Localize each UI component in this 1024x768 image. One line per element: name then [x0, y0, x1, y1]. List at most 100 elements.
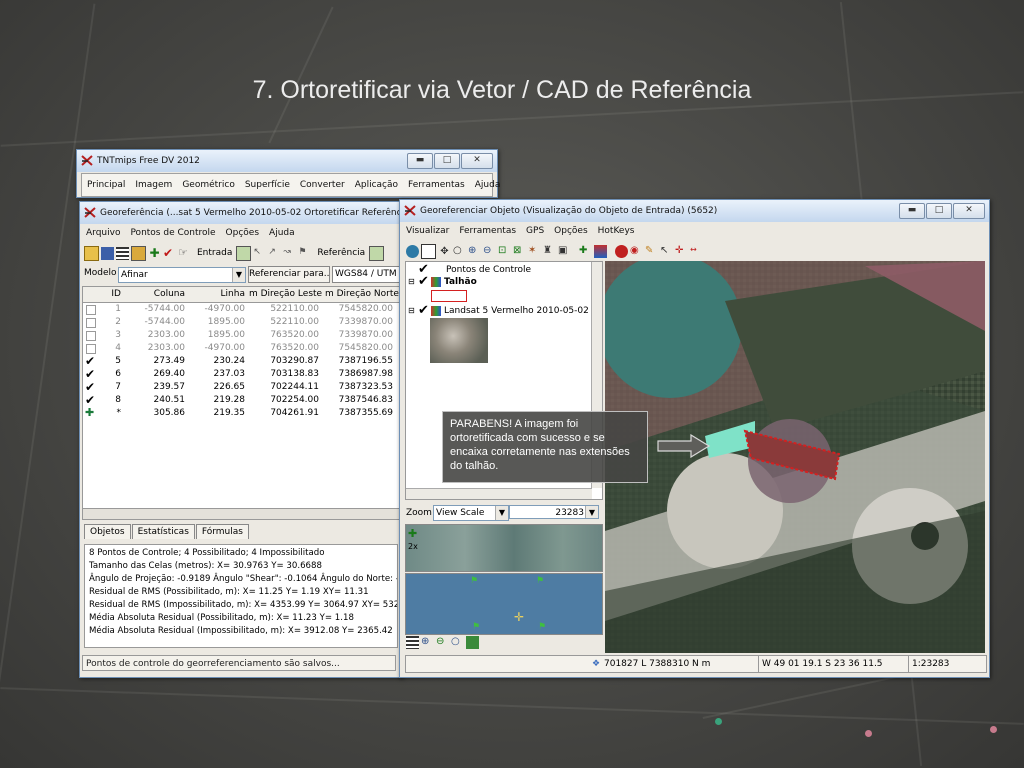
minimize-button[interactable]: ▬: [407, 153, 433, 169]
point-enabled-check-icon[interactable]: ✔: [85, 367, 95, 381]
layer-talhao[interactable]: Talhão: [444, 277, 477, 287]
point-enabled-check-icon[interactable]: ✔: [85, 393, 95, 407]
georef-titlebar[interactable]: Georeferência (...sat 5 Vermelho 2010-05…: [80, 202, 402, 224]
entrada-tag-icon[interactable]: ⚑: [298, 247, 311, 260]
zoom-mode-select[interactable]: View Scale ▼: [433, 505, 509, 521]
menu-geometrico[interactable]: Geométrico: [177, 180, 240, 190]
menu-ferramentas[interactable]: Ferramentas: [454, 226, 521, 236]
table-row[interactable]: ✔ 6 269.40 237.03 703138.83 7386987.98: [83, 367, 399, 381]
menu-visualizar[interactable]: Visualizar: [401, 226, 454, 236]
modelo-select[interactable]: Afinar ▼: [118, 267, 246, 283]
search-icon[interactable]: ○: [451, 636, 464, 649]
table-row[interactable]: 4 2303.00 -4970.00 763520.00 7545820.00: [83, 342, 399, 355]
redraw-icon[interactable]: [406, 244, 419, 258]
add-point-icon[interactable]: ✚: [148, 247, 161, 260]
menu-arquivo[interactable]: Arquivo: [81, 228, 125, 238]
camera-icon[interactable]: ▣: [558, 245, 571, 258]
list-icon[interactable]: [116, 246, 129, 260]
col-header-norte[interactable]: m Direção Norte: [325, 289, 399, 299]
close-button[interactable]: ✕: [953, 203, 985, 219]
zoom-extent-icon[interactable]: ⊠: [513, 245, 526, 258]
table-horizontal-scrollbar[interactable]: [82, 508, 400, 520]
new-point-icon[interactable]: ✚: [85, 406, 94, 419]
maximize-button[interactable]: □: [434, 153, 460, 169]
list-icon[interactable]: [406, 636, 419, 649]
tab-estatisticas[interactable]: Estatísticas: [131, 524, 195, 539]
table-row[interactable]: ✔ 8 240.51 219.28 702254.00 7387546.83: [83, 393, 399, 407]
close-button[interactable]: ✕: [461, 153, 493, 169]
talhao-check-icon[interactable]: ✔: [418, 274, 429, 289]
zoom-in-icon[interactable]: ⊕: [468, 245, 481, 258]
zoom-out-icon[interactable]: ⊖: [483, 245, 496, 258]
overview-map[interactable]: ⚑ ⚑ ⚑ ⚑ ✛: [405, 573, 603, 635]
menu-opcoes[interactable]: Opções: [221, 228, 264, 238]
menu-principal[interactable]: Principal: [82, 180, 130, 190]
search-icon[interactable]: ◉: [630, 245, 643, 258]
measure-icon[interactable]: ✎: [645, 245, 658, 258]
layer-panel-hscrollbar[interactable]: [406, 488, 592, 499]
menu-imagem[interactable]: Imagem: [130, 180, 177, 190]
menu-pontos-de-controle[interactable]: Pontos de Controle: [125, 228, 220, 238]
grid-icon[interactable]: [131, 245, 146, 261]
layer-control-points[interactable]: Pontos de Controle: [446, 265, 531, 275]
layer-landsat[interactable]: Landsat 5 Vermelho 2010-05-02 Or: [444, 306, 602, 316]
tab-formulas[interactable]: Fórmulas: [195, 524, 249, 539]
main-window-titlebar[interactable]: TNTmips Free DV 2012 ▬ □ ✕: [77, 150, 497, 172]
stop-icon[interactable]: [615, 244, 628, 258]
entrada-move-icon[interactable]: ↗: [268, 247, 281, 260]
zoom-in-icon[interactable]: ⊕: [421, 636, 434, 649]
menu-opcoes[interactable]: Opções: [549, 226, 592, 236]
menu-gps[interactable]: GPS: [521, 226, 549, 236]
point-checkbox[interactable]: [86, 331, 96, 341]
table-row[interactable]: 1 -5744.00 -4970.00 522110.00 7545820.00: [83, 303, 399, 316]
zoom-box-icon[interactable]: ⊡: [498, 245, 511, 258]
layer-tool-icon[interactable]: ✶: [528, 245, 541, 258]
table-row[interactable]: ✚ * 305.86 219.35 704261.91 7387355.69: [83, 406, 399, 420]
open-folder-icon[interactable]: [84, 245, 99, 261]
check-icon[interactable]: ✔: [163, 247, 176, 260]
locator-add-icon[interactable]: ✚: [408, 527, 417, 540]
binoculars-icon[interactable]: ○: [453, 245, 466, 258]
expand-toggle-icon[interactable]: ⊟: [408, 306, 415, 315]
point-enabled-check-icon[interactable]: ✔: [85, 354, 95, 368]
point-checkbox[interactable]: [86, 318, 96, 328]
menu-ferramentas[interactable]: Ferramentas: [403, 180, 470, 190]
table-row[interactable]: 3 2303.00 1895.00 763520.00 7339870.00: [83, 329, 399, 342]
col-header-linha[interactable]: Linha: [187, 289, 245, 299]
layer-manager-icon[interactable]: [594, 244, 607, 258]
entrada-pan-icon[interactable]: ↖: [253, 247, 266, 260]
minimize-button[interactable]: ▬: [899, 203, 925, 219]
view-titlebar[interactable]: Georeferenciar Objeto (Visualização do O…: [400, 200, 989, 222]
gps-icon[interactable]: ♜: [543, 245, 556, 258]
hand-icon[interactable]: ☞: [178, 246, 191, 260]
point-checkbox[interactable]: [86, 305, 96, 315]
entrada-link-icon[interactable]: ↝: [283, 247, 296, 260]
table-row[interactable]: 2 -5744.00 1895.00 522110.00 7339870.00: [83, 316, 399, 329]
col-header-id[interactable]: ID: [97, 289, 121, 299]
menu-converter[interactable]: Converter: [295, 180, 350, 190]
table-row[interactable]: ✔ 7 239.57 226.65 702244.11 7387323.53: [83, 380, 399, 394]
col-header-leste[interactable]: m Direção Leste: [249, 289, 323, 299]
zoom-out-icon[interactable]: ⊖: [436, 636, 449, 649]
measure-line-icon[interactable]: ↔: [690, 245, 708, 258]
point-checkbox[interactable]: [86, 344, 96, 354]
save-icon[interactable]: [101, 246, 114, 260]
landsat-check-icon[interactable]: ✔: [418, 303, 429, 318]
entrada-add-icon[interactable]: [236, 245, 252, 261]
projection-field[interactable]: WGS84 / UTM zo: [332, 266, 406, 283]
add-layer-icon[interactable]: ✚: [579, 245, 592, 258]
menu-ajuda[interactable]: Ajuda: [264, 228, 300, 238]
crosshair-icon[interactable]: ✛: [675, 245, 688, 258]
pan-icon[interactable]: ✥: [438, 245, 451, 258]
point-enabled-check-icon[interactable]: ✔: [85, 380, 95, 394]
menu-hotkeys[interactable]: HotKeys: [593, 226, 640, 236]
menu-superficie[interactable]: Superfície: [240, 180, 295, 190]
extent-icon[interactable]: [466, 636, 479, 649]
maximize-button[interactable]: □: [926, 203, 952, 219]
expand-toggle-icon[interactable]: ⊟: [408, 277, 415, 286]
select-arrow-icon[interactable]: ↖: [660, 245, 673, 258]
table-row[interactable]: ✔ 5 273.49 230.24 703290.87 7387196.55: [83, 354, 399, 368]
zoom-value-field[interactable]: 23283 ▼: [509, 505, 599, 519]
menu-ajuda[interactable]: Ajuda: [470, 180, 506, 190]
tab-objetos[interactable]: Objetos: [84, 524, 131, 539]
